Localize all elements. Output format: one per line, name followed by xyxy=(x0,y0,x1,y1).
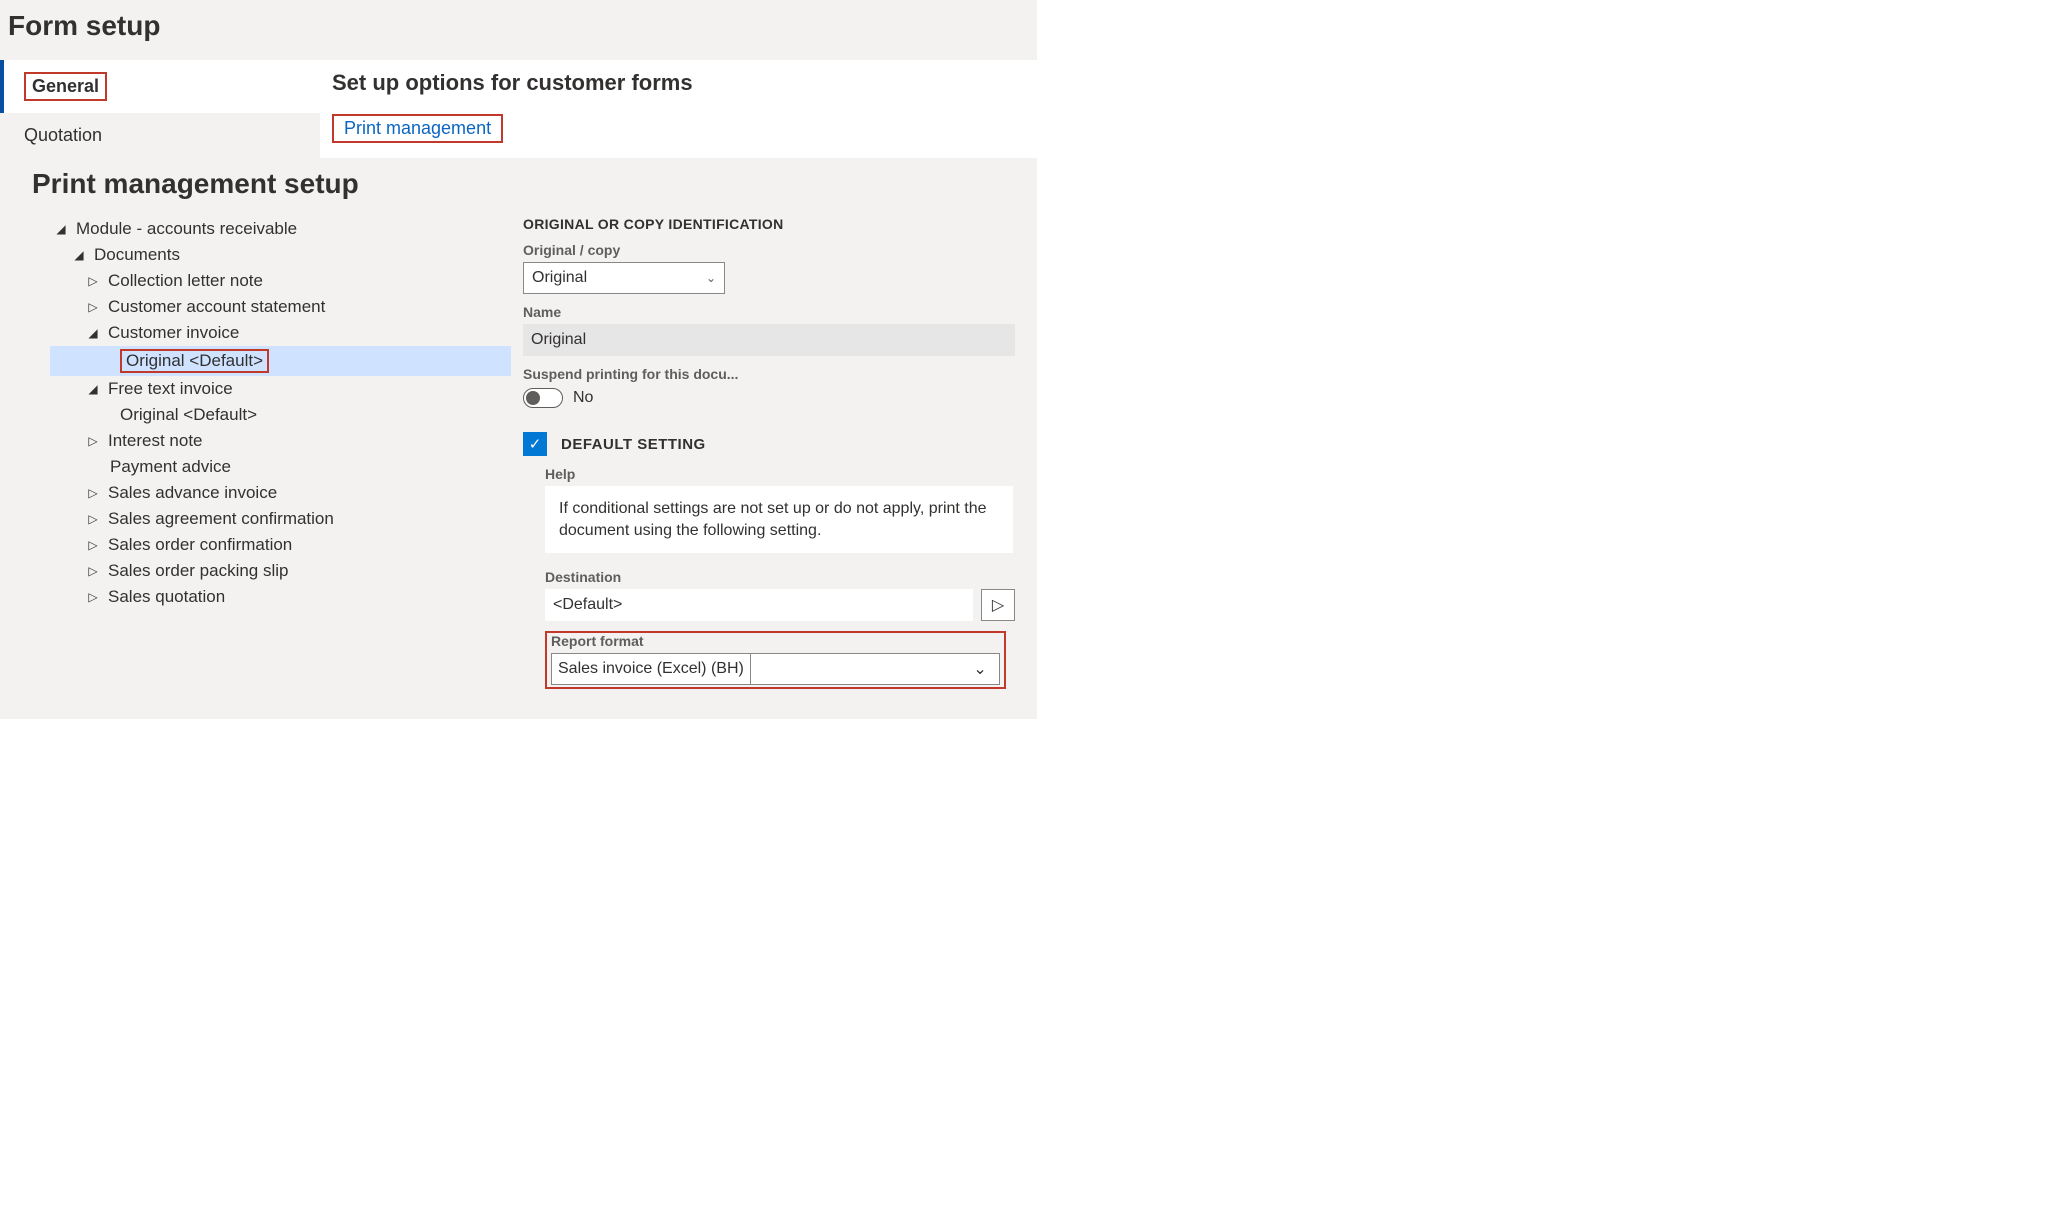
pm-tree: ◢ Module - accounts receivable ◢ Documen… xyxy=(10,216,511,689)
print-management-link[interactable]: Print management xyxy=(332,114,503,143)
chevron-down-icon: ⌄ xyxy=(706,271,716,285)
caret-right-icon: ▷ xyxy=(86,512,100,526)
toggle-suspend-value: No xyxy=(573,389,593,407)
tree-sales-order-confirmation[interactable]: ▷ Sales order confirmation xyxy=(50,532,511,558)
caret-right-icon: ▷ xyxy=(86,538,100,552)
tree-customer-invoice[interactable]: ◢ Customer invoice xyxy=(50,320,511,346)
label-help: Help xyxy=(545,466,1015,482)
play-icon: ▷ xyxy=(992,595,1004,615)
toggle-suspend-printing[interactable] xyxy=(523,388,563,408)
label-original-copy: Original / copy xyxy=(523,242,1015,258)
input-destination[interactable]: <Default> xyxy=(545,589,973,621)
select-report-format-dropdown[interactable]: ⌄ xyxy=(750,653,1000,685)
select-original-copy[interactable]: Original ⌄ xyxy=(523,262,725,294)
label-suspend-printing: Suspend printing for this docu... xyxy=(523,366,1015,382)
caret-down-icon: ◢ xyxy=(54,222,68,236)
tree-sales-agreement-confirmation[interactable]: ▷ Sales agreement confirmation xyxy=(50,506,511,532)
tree-sales-advance-invoice[interactable]: ▷ Sales advance invoice xyxy=(50,480,511,506)
tree-free-text-invoice[interactable]: ◢ Free text invoice xyxy=(50,376,511,402)
checkbox-default-setting[interactable]: ✓ xyxy=(523,432,547,456)
main-heading: Set up options for customer forms xyxy=(332,70,1025,96)
caret-right-icon: ▷ xyxy=(86,300,100,314)
label-report-format: Report format xyxy=(551,633,1000,649)
tree-collection-letter-note[interactable]: ▷ Collection letter note xyxy=(50,268,511,294)
tree-free-text-invoice-original[interactable]: Original <Default> xyxy=(50,402,511,428)
caret-right-icon: ▷ xyxy=(86,564,100,578)
caret-right-icon: ▷ xyxy=(86,434,100,448)
tree-customer-invoice-original[interactable]: Original <Default> xyxy=(50,346,511,376)
tree-payment-advice[interactable]: Payment advice xyxy=(50,454,511,480)
select-report-format[interactable]: Sales invoice (Excel) (BH) xyxy=(551,653,750,685)
tab-quotation-label: Quotation xyxy=(24,125,102,145)
check-icon: ✓ xyxy=(529,435,542,453)
caret-right-icon: ▷ xyxy=(86,590,100,604)
tree-sales-quotation[interactable]: ▷ Sales quotation xyxy=(50,584,511,610)
caret-right-icon: ▷ xyxy=(86,486,100,500)
destination-lookup-button[interactable]: ▷ xyxy=(981,589,1015,621)
tree-interest-note[interactable]: ▷ Interest note xyxy=(50,428,511,454)
tab-general-label: General xyxy=(24,72,107,101)
label-default-setting: DEFAULT SETTING xyxy=(561,436,706,453)
tree-sales-order-packing-slip[interactable]: ▷ Sales order packing slip xyxy=(50,558,511,584)
tab-quotation[interactable]: Quotation xyxy=(0,113,320,158)
label-destination: Destination xyxy=(545,569,1015,585)
pm-setup-title: Print management setup xyxy=(32,168,1027,200)
page-title: Form setup xyxy=(8,10,1029,42)
label-name: Name xyxy=(523,304,1015,320)
tree-module[interactable]: ◢ Module - accounts receivable xyxy=(50,216,511,242)
tree-documents[interactable]: ◢ Documents xyxy=(50,242,511,268)
help-text: If conditional settings are not set up o… xyxy=(545,486,1013,553)
section-original-copy-identification: ORIGINAL OR COPY IDENTIFICATION xyxy=(523,216,1015,232)
caret-down-icon: ◢ xyxy=(86,382,100,396)
caret-down-icon: ◢ xyxy=(72,248,86,262)
caret-right-icon: ▷ xyxy=(86,274,100,288)
tab-general[interactable]: General xyxy=(0,60,320,113)
tree-customer-account-statement[interactable]: ▷ Customer account statement xyxy=(50,294,511,320)
chevron-down-icon: ⌄ xyxy=(973,659,986,679)
input-name[interactable]: Original xyxy=(523,324,1015,356)
caret-down-icon: ◢ xyxy=(86,326,100,340)
